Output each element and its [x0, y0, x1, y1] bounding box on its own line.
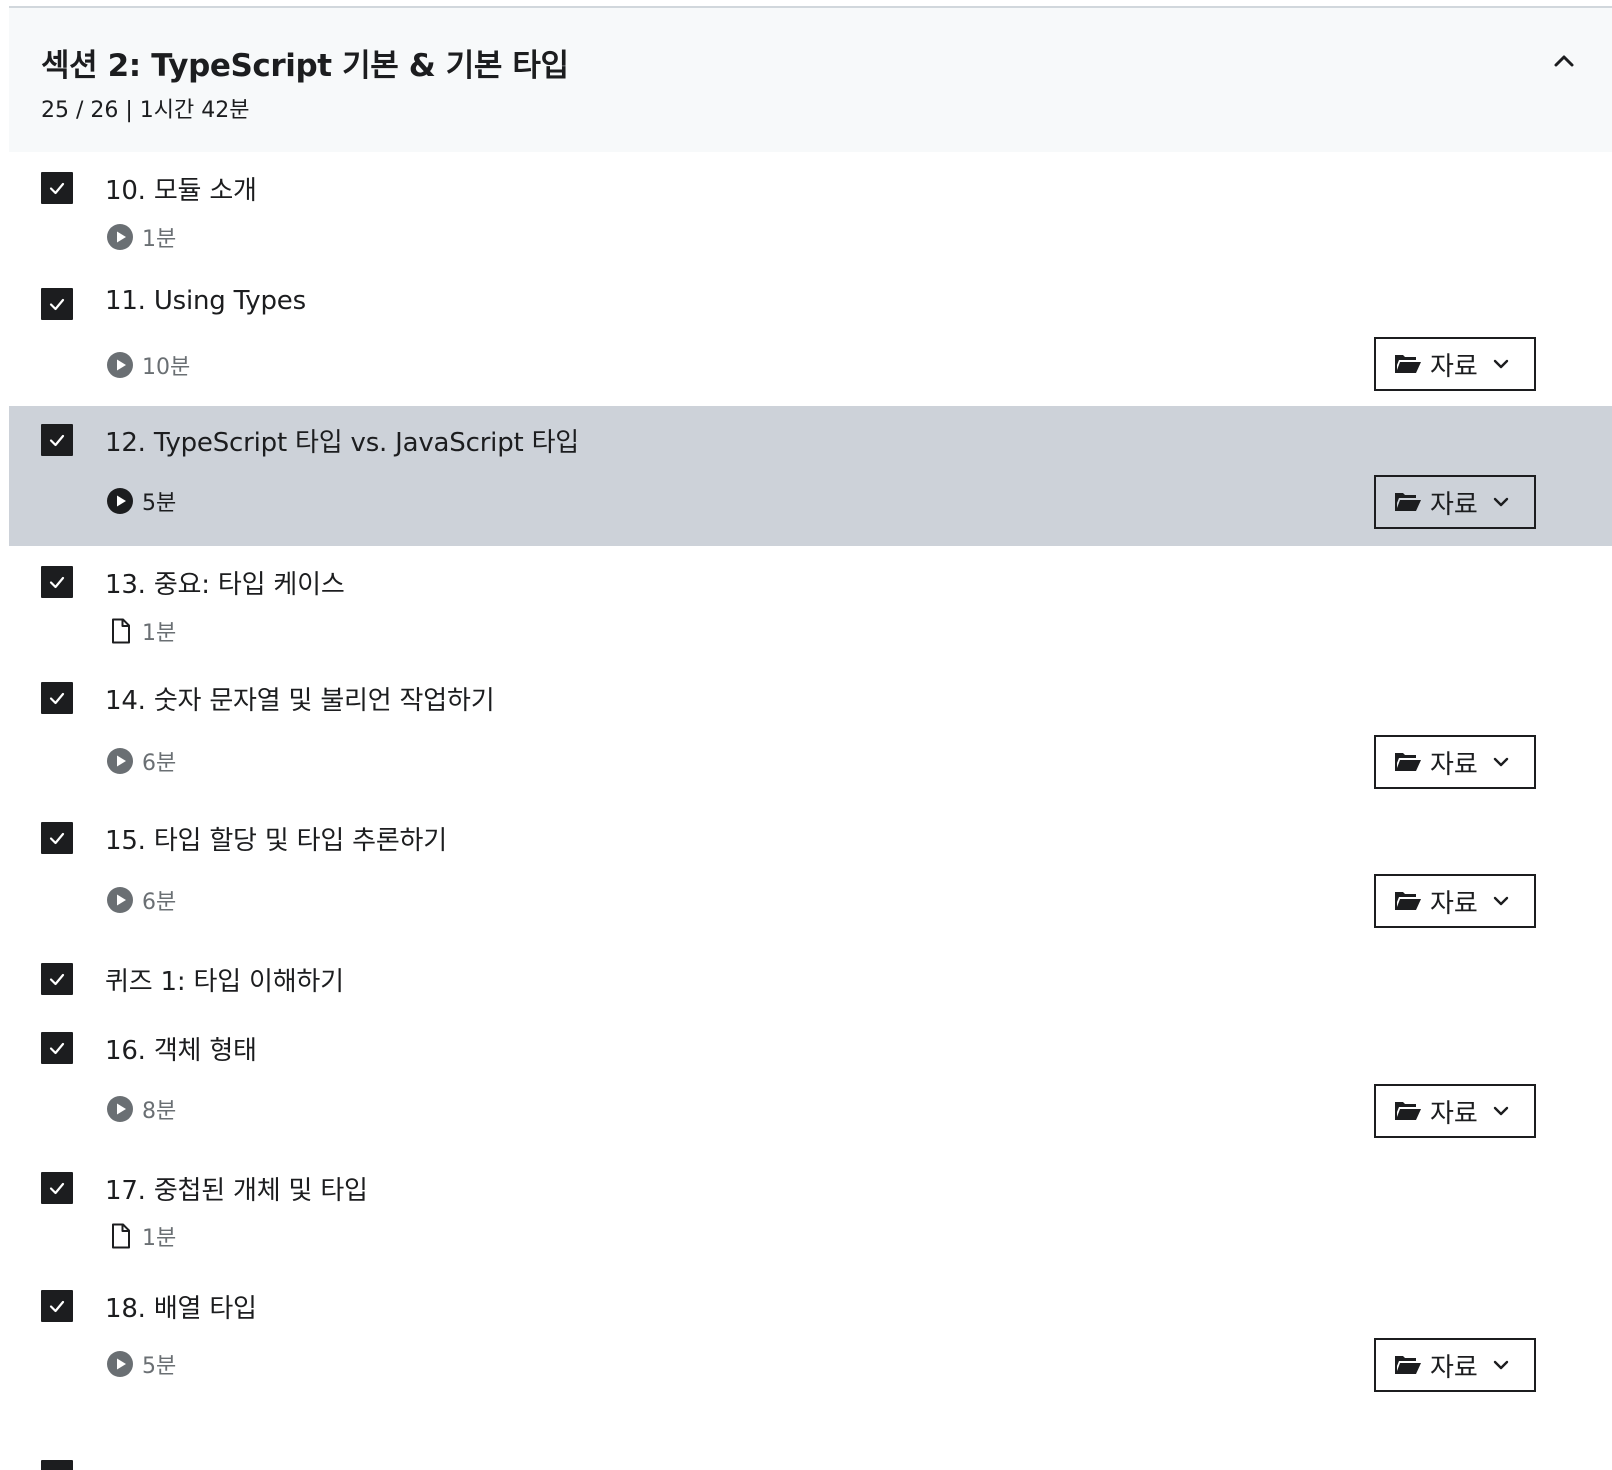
- lecture-meta: 10분: [106, 350, 190, 380]
- lecture-duration: 1분: [142, 1226, 177, 1251]
- resources-dropdown-button[interactable]: 자료: [1374, 337, 1536, 391]
- chevron-down-icon: [1493, 1360, 1509, 1370]
- check-icon: [49, 182, 65, 195]
- lecture-item[interactable]: 13. 중요: 타입 케이스 1분: [9, 546, 1612, 666]
- document-icon: [112, 618, 130, 644]
- lecture-item[interactable]: 18. 배열 타입 5분 자료: [9, 1276, 1612, 1416]
- lecture-item[interactable]: 10. 모듈 소개 1분: [9, 152, 1612, 272]
- completion-checkbox-partial[interactable]: [41, 1460, 73, 1470]
- lecture-duration: 5분: [142, 491, 177, 516]
- resources-label: 자료: [1430, 489, 1478, 520]
- play-circle-icon: [107, 1096, 133, 1122]
- check-icon: [49, 973, 65, 986]
- lecture-meta: 1분: [106, 616, 176, 646]
- chevron-down-icon: [1493, 1106, 1509, 1116]
- resources-label: 자료: [1430, 351, 1478, 382]
- play-circle-icon: [107, 1351, 133, 1377]
- play-circle-icon: [107, 887, 133, 913]
- lecture-title[interactable]: 15. 타입 할당 및 타입 추론하기: [105, 820, 447, 857]
- play-circle-icon: [107, 352, 133, 378]
- chevron-down-icon: [1493, 896, 1509, 906]
- completion-checkbox[interactable]: [41, 1290, 73, 1322]
- lecture-title[interactable]: 16. 객체 형태: [105, 1030, 257, 1067]
- section-progress: 25 / 26 | 1시간 42분: [41, 98, 250, 123]
- chevron-down-icon: [1493, 757, 1509, 767]
- resources-label: 자료: [1430, 888, 1478, 919]
- play-circle-icon: [107, 748, 133, 774]
- document-icon: [112, 1223, 130, 1249]
- lecture-title[interactable]: 12. TypeScript 타입 vs. JavaScript 타입: [105, 422, 579, 459]
- lecture-item[interactable]: 15. 타입 할당 및 타입 추론하기 6분 자료: [9, 806, 1612, 946]
- check-icon: [49, 692, 65, 705]
- resources-label: 자료: [1430, 1352, 1478, 1383]
- resources-dropdown-button[interactable]: 자료: [1374, 1084, 1536, 1138]
- check-icon: [49, 434, 65, 447]
- lecture-meta: 5분: [106, 1349, 176, 1379]
- lecture-title[interactable]: 13. 중요: 타입 케이스: [105, 564, 345, 601]
- lecture-meta: 1분: [106, 222, 176, 252]
- section-header[interactable]: 섹션 2: TypeScript 기본 & 기본 타입 25 / 26 | 1시…: [9, 8, 1612, 152]
- check-icon: [49, 576, 65, 589]
- quiz-title[interactable]: 퀴즈 1: 타입 이해하기: [105, 961, 344, 998]
- folder-open-icon: [1395, 1102, 1421, 1120]
- section-title: 섹션 2: TypeScript 기본 & 기본 타입: [41, 48, 569, 84]
- play-circle-icon: [107, 224, 133, 250]
- completion-checkbox[interactable]: [41, 566, 73, 598]
- lecture-duration: 5분: [142, 1354, 177, 1379]
- check-icon: [49, 832, 65, 845]
- lecture-title[interactable]: 17. 중첩된 개체 및 타입: [105, 1170, 368, 1207]
- lecture-item[interactable]: 14. 숫자 문자열 및 불리언 작업하기 6분 자료: [9, 666, 1612, 806]
- lecture-duration: 8분: [142, 1099, 177, 1124]
- completion-checkbox[interactable]: [41, 1172, 73, 1204]
- lecture-duration: 6분: [142, 751, 177, 776]
- lecture-item[interactable]: 17. 중첩된 개체 및 타입 1분: [9, 1156, 1612, 1276]
- resources-dropdown-button[interactable]: 자료: [1374, 475, 1536, 529]
- resources-dropdown-button[interactable]: 자료: [1374, 1338, 1536, 1392]
- completion-checkbox[interactable]: [41, 288, 73, 320]
- lecture-meta: 5분: [106, 486, 176, 516]
- resources-dropdown-button[interactable]: 자료: [1374, 735, 1536, 789]
- lecture-title[interactable]: 14. 숫자 문자열 및 불리언 작업하기: [105, 680, 495, 717]
- folder-open-icon: [1395, 493, 1421, 511]
- folder-open-icon: [1395, 753, 1421, 771]
- lecture-meta: 6분: [106, 746, 176, 776]
- lecture-item-active[interactable]: 12. TypeScript 타입 vs. JavaScript 타입 5분 자…: [9, 406, 1612, 546]
- check-icon: [49, 1182, 65, 1195]
- lecture-meta: 6분: [106, 885, 176, 915]
- chevron-down-icon: [1493, 497, 1509, 507]
- lecture-duration: 1분: [142, 621, 177, 646]
- lecture-title[interactable]: 10. 모듈 소개: [105, 170, 257, 207]
- completion-checkbox[interactable]: [41, 963, 73, 995]
- folder-open-icon: [1395, 355, 1421, 373]
- lecture-duration: 10분: [142, 355, 191, 380]
- resources-label: 자료: [1430, 749, 1478, 780]
- lecture-item[interactable]: 11. Using Types 10분 자료: [9, 272, 1612, 406]
- lecture-meta: 8분: [106, 1094, 176, 1124]
- quiz-item[interactable]: 퀴즈 1: 타입 이해하기: [9, 946, 1612, 1016]
- completion-checkbox[interactable]: [41, 172, 73, 204]
- lecture-title[interactable]: 18. 배열 타입: [105, 1288, 257, 1325]
- check-icon: [49, 1300, 65, 1313]
- resources-label: 자료: [1430, 1098, 1478, 1129]
- folder-open-icon: [1395, 892, 1421, 910]
- completion-checkbox[interactable]: [41, 1032, 73, 1064]
- play-circle-icon: [107, 488, 133, 514]
- check-icon: [49, 298, 65, 311]
- completion-checkbox[interactable]: [41, 424, 73, 456]
- chevron-down-icon: [1493, 359, 1509, 369]
- check-icon: [49, 1042, 65, 1055]
- lecture-meta: 1분: [106, 1221, 176, 1251]
- curriculum-panel: 섹션 2: TypeScript 기본 & 기본 타입 25 / 26 | 1시…: [9, 6, 1612, 1470]
- chevron-up-icon: [1554, 55, 1574, 67]
- folder-open-icon: [1395, 1356, 1421, 1374]
- lecture-item[interactable]: 16. 객체 형태 8분 자료: [9, 1016, 1612, 1156]
- lecture-duration: 6분: [142, 890, 177, 915]
- collapse-section-button[interactable]: [1549, 46, 1579, 76]
- lecture-duration: 1분: [142, 227, 177, 252]
- lecture-title[interactable]: 11. Using Types: [105, 286, 306, 316]
- resources-dropdown-button[interactable]: 자료: [1374, 874, 1536, 928]
- completion-checkbox[interactable]: [41, 822, 73, 854]
- completion-checkbox[interactable]: [41, 682, 73, 714]
